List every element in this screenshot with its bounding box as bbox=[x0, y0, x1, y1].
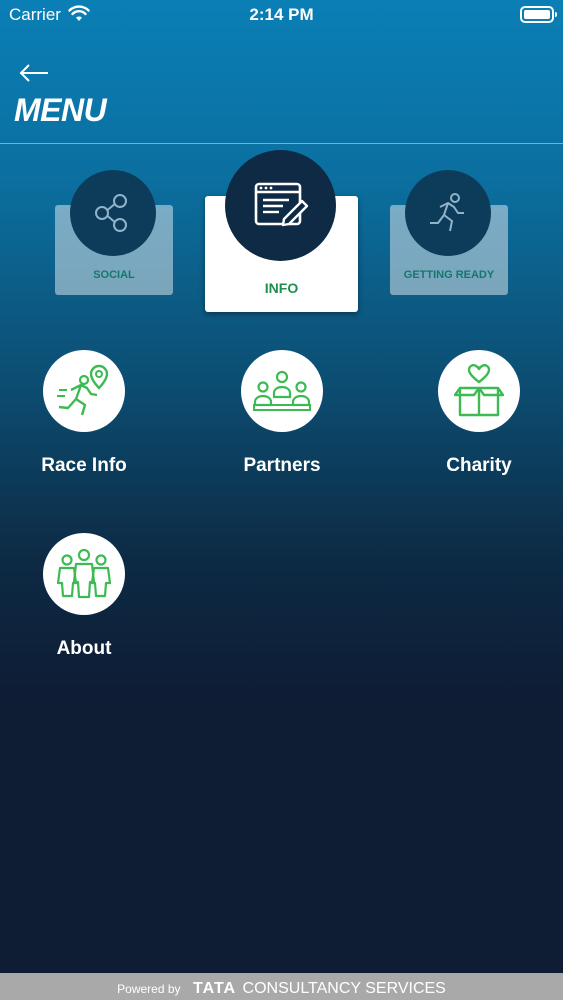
battery-icon bbox=[520, 6, 557, 23]
tata-logo: TATA bbox=[192, 980, 237, 997]
company-name: CONSULTANCY SERVICES bbox=[242, 980, 446, 997]
menu-item-race-info[interactable]: Race Info bbox=[19, 350, 149, 477]
race-info-label: Race Info bbox=[41, 455, 127, 476]
charity-label: Charity bbox=[446, 455, 512, 476]
charity-box-icon bbox=[454, 364, 504, 417]
tab-getting-ready-circle[interactable] bbox=[405, 170, 491, 256]
share-icon bbox=[95, 194, 127, 232]
partners-icon-circle bbox=[241, 350, 323, 432]
tab-info-label: INFO bbox=[264, 280, 299, 296]
about-icon-circle bbox=[43, 533, 125, 615]
powered-by-label: Powered by bbox=[117, 982, 181, 996]
page-title: MENU bbox=[14, 92, 107, 128]
arrow-left-icon bbox=[19, 64, 48, 82]
menu-item-charity[interactable]: Charity bbox=[414, 350, 544, 477]
tab-getting-ready-label: GETTING READY bbox=[403, 269, 495, 281]
charity-icon-circle bbox=[438, 350, 520, 432]
runner-location-icon bbox=[57, 364, 109, 416]
partners-label: Partners bbox=[243, 455, 321, 476]
group-icon bbox=[56, 548, 112, 599]
tab-info-circle[interactable] bbox=[225, 150, 336, 261]
footer: Powered by TATA CONSULTANCY SERVICES bbox=[0, 973, 563, 1000]
menu-item-partners[interactable]: Partners bbox=[217, 350, 347, 477]
tab-social-circle[interactable] bbox=[70, 170, 156, 256]
menu-item-about[interactable]: About bbox=[19, 533, 149, 660]
about-label: About bbox=[56, 638, 112, 659]
race-info-icon-circle bbox=[43, 350, 125, 432]
edit-document-icon bbox=[254, 182, 308, 226]
status-bar: Carrier 2:14 PM bbox=[0, 0, 563, 30]
header-divider bbox=[0, 143, 563, 144]
tab-social-label: SOCIAL bbox=[93, 269, 135, 281]
back-button[interactable] bbox=[18, 60, 54, 90]
running-icon bbox=[430, 193, 464, 232]
partners-icon bbox=[253, 370, 311, 411]
status-time: 2:14 PM bbox=[249, 5, 314, 24]
